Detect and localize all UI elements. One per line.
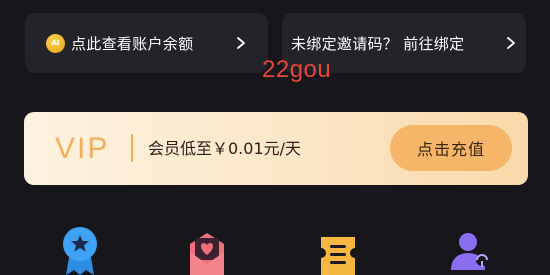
chevron-right-icon	[237, 37, 245, 49]
balance-card-label: 点此查看账户余额	[71, 34, 194, 53]
vip-divider	[131, 134, 133, 162]
vip-price-text: 会员低至￥0.01元/天	[148, 139, 302, 158]
recharge-button[interactable]: 点击充值	[390, 125, 512, 171]
star-badge-icon[interactable]	[60, 226, 100, 275]
user-group-icon[interactable]	[448, 230, 490, 275]
coin-label: AI	[51, 39, 60, 47]
chevron-right-icon	[507, 37, 515, 49]
heart-envelope-icon[interactable]	[188, 230, 226, 275]
account-balance-card[interactable]: AI 点此查看账户余额	[25, 13, 268, 73]
invite-card-label: 未绑定邀请码？ 前往绑定	[291, 34, 465, 53]
vip-logo: VIP	[55, 132, 110, 165]
coin-icon: AI	[46, 33, 65, 53]
ticket-icon[interactable]	[318, 234, 358, 275]
vip-banner[interactable]: VIP 会员低至￥0.01元/天 点击充值	[24, 112, 528, 185]
watermark-text: 22gou	[262, 56, 332, 83]
